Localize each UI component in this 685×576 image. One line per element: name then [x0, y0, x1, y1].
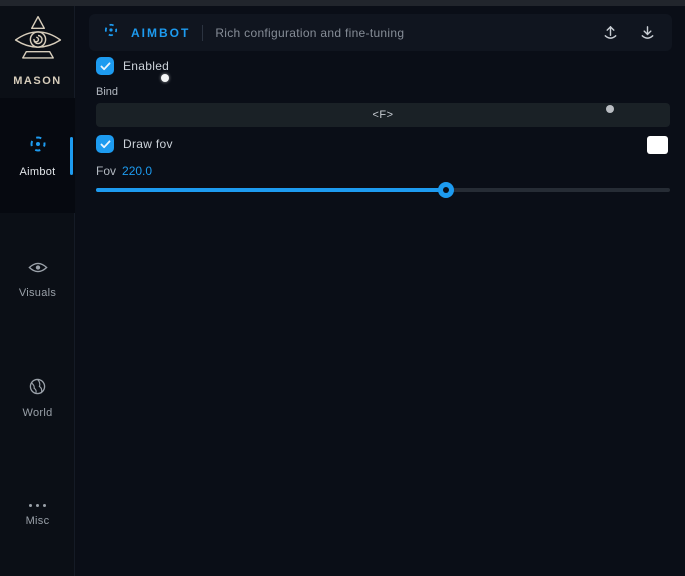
sidebar-item-label: Aimbot [19, 166, 55, 178]
tab-header-bar: AIMBOT Rich configuration and fine-tunin… [89, 14, 672, 51]
draw-fov-checkbox[interactable] [96, 135, 114, 153]
sidebar: MASON Aimbot Visuals World [0, 6, 75, 576]
fov-value: 220.0 [122, 164, 152, 178]
sidebar-item-label: World [22, 407, 52, 419]
secondary-cursor-dot [606, 105, 614, 113]
enabled-row: Enabled [96, 57, 169, 75]
fov-slider[interactable] [96, 182, 670, 198]
fov-label-row: Fov 220.0 [96, 164, 152, 178]
check-icon [100, 140, 111, 149]
fov-color-swatch[interactable] [647, 136, 668, 154]
bind-key-field[interactable]: <F> [96, 103, 670, 127]
logo: MASON [0, 14, 75, 87]
main-panel: AIMBOT Rich configuration and fine-tunin… [76, 6, 685, 576]
globe-icon [29, 378, 46, 400]
fov-label: Fov [96, 164, 116, 178]
sidebar-item-label: Visuals [19, 287, 56, 299]
draw-fov-label: Draw fov [123, 137, 173, 151]
sidebar-item-world[interactable]: World [0, 378, 75, 419]
upload-config-button[interactable] [602, 24, 619, 41]
page-subtitle: Rich configuration and fine-tuning [215, 26, 404, 40]
eye-icon [28, 260, 48, 280]
ellipsis-icon [29, 500, 46, 508]
enabled-checkbox[interactable] [96, 57, 114, 75]
crosshair-icon [28, 134, 48, 159]
sidebar-item-label: Misc [26, 515, 50, 527]
fov-slider-fill [96, 188, 446, 192]
bind-label: Bind [96, 86, 118, 98]
sidebar-item-visuals[interactable]: Visuals [0, 260, 75, 299]
crosshair-icon [103, 22, 119, 43]
enabled-label: Enabled [123, 59, 169, 73]
sidebar-item-aimbot[interactable]: Aimbot [0, 98, 75, 213]
page-title: AIMBOT [131, 26, 190, 40]
mason-eye-pyramid-logo-icon [11, 14, 65, 71]
check-icon [100, 62, 111, 71]
download-config-button[interactable] [639, 24, 656, 41]
logo-text: MASON [13, 75, 61, 87]
header-divider [202, 25, 203, 41]
bind-key-value: <F> [372, 109, 393, 121]
draw-fov-row: Draw fov [96, 135, 173, 153]
sidebar-item-misc[interactable]: Misc [0, 500, 75, 527]
fov-slider-handle[interactable] [438, 182, 454, 198]
cursor-dot [161, 74, 169, 82]
active-accent-bar [70, 137, 73, 175]
